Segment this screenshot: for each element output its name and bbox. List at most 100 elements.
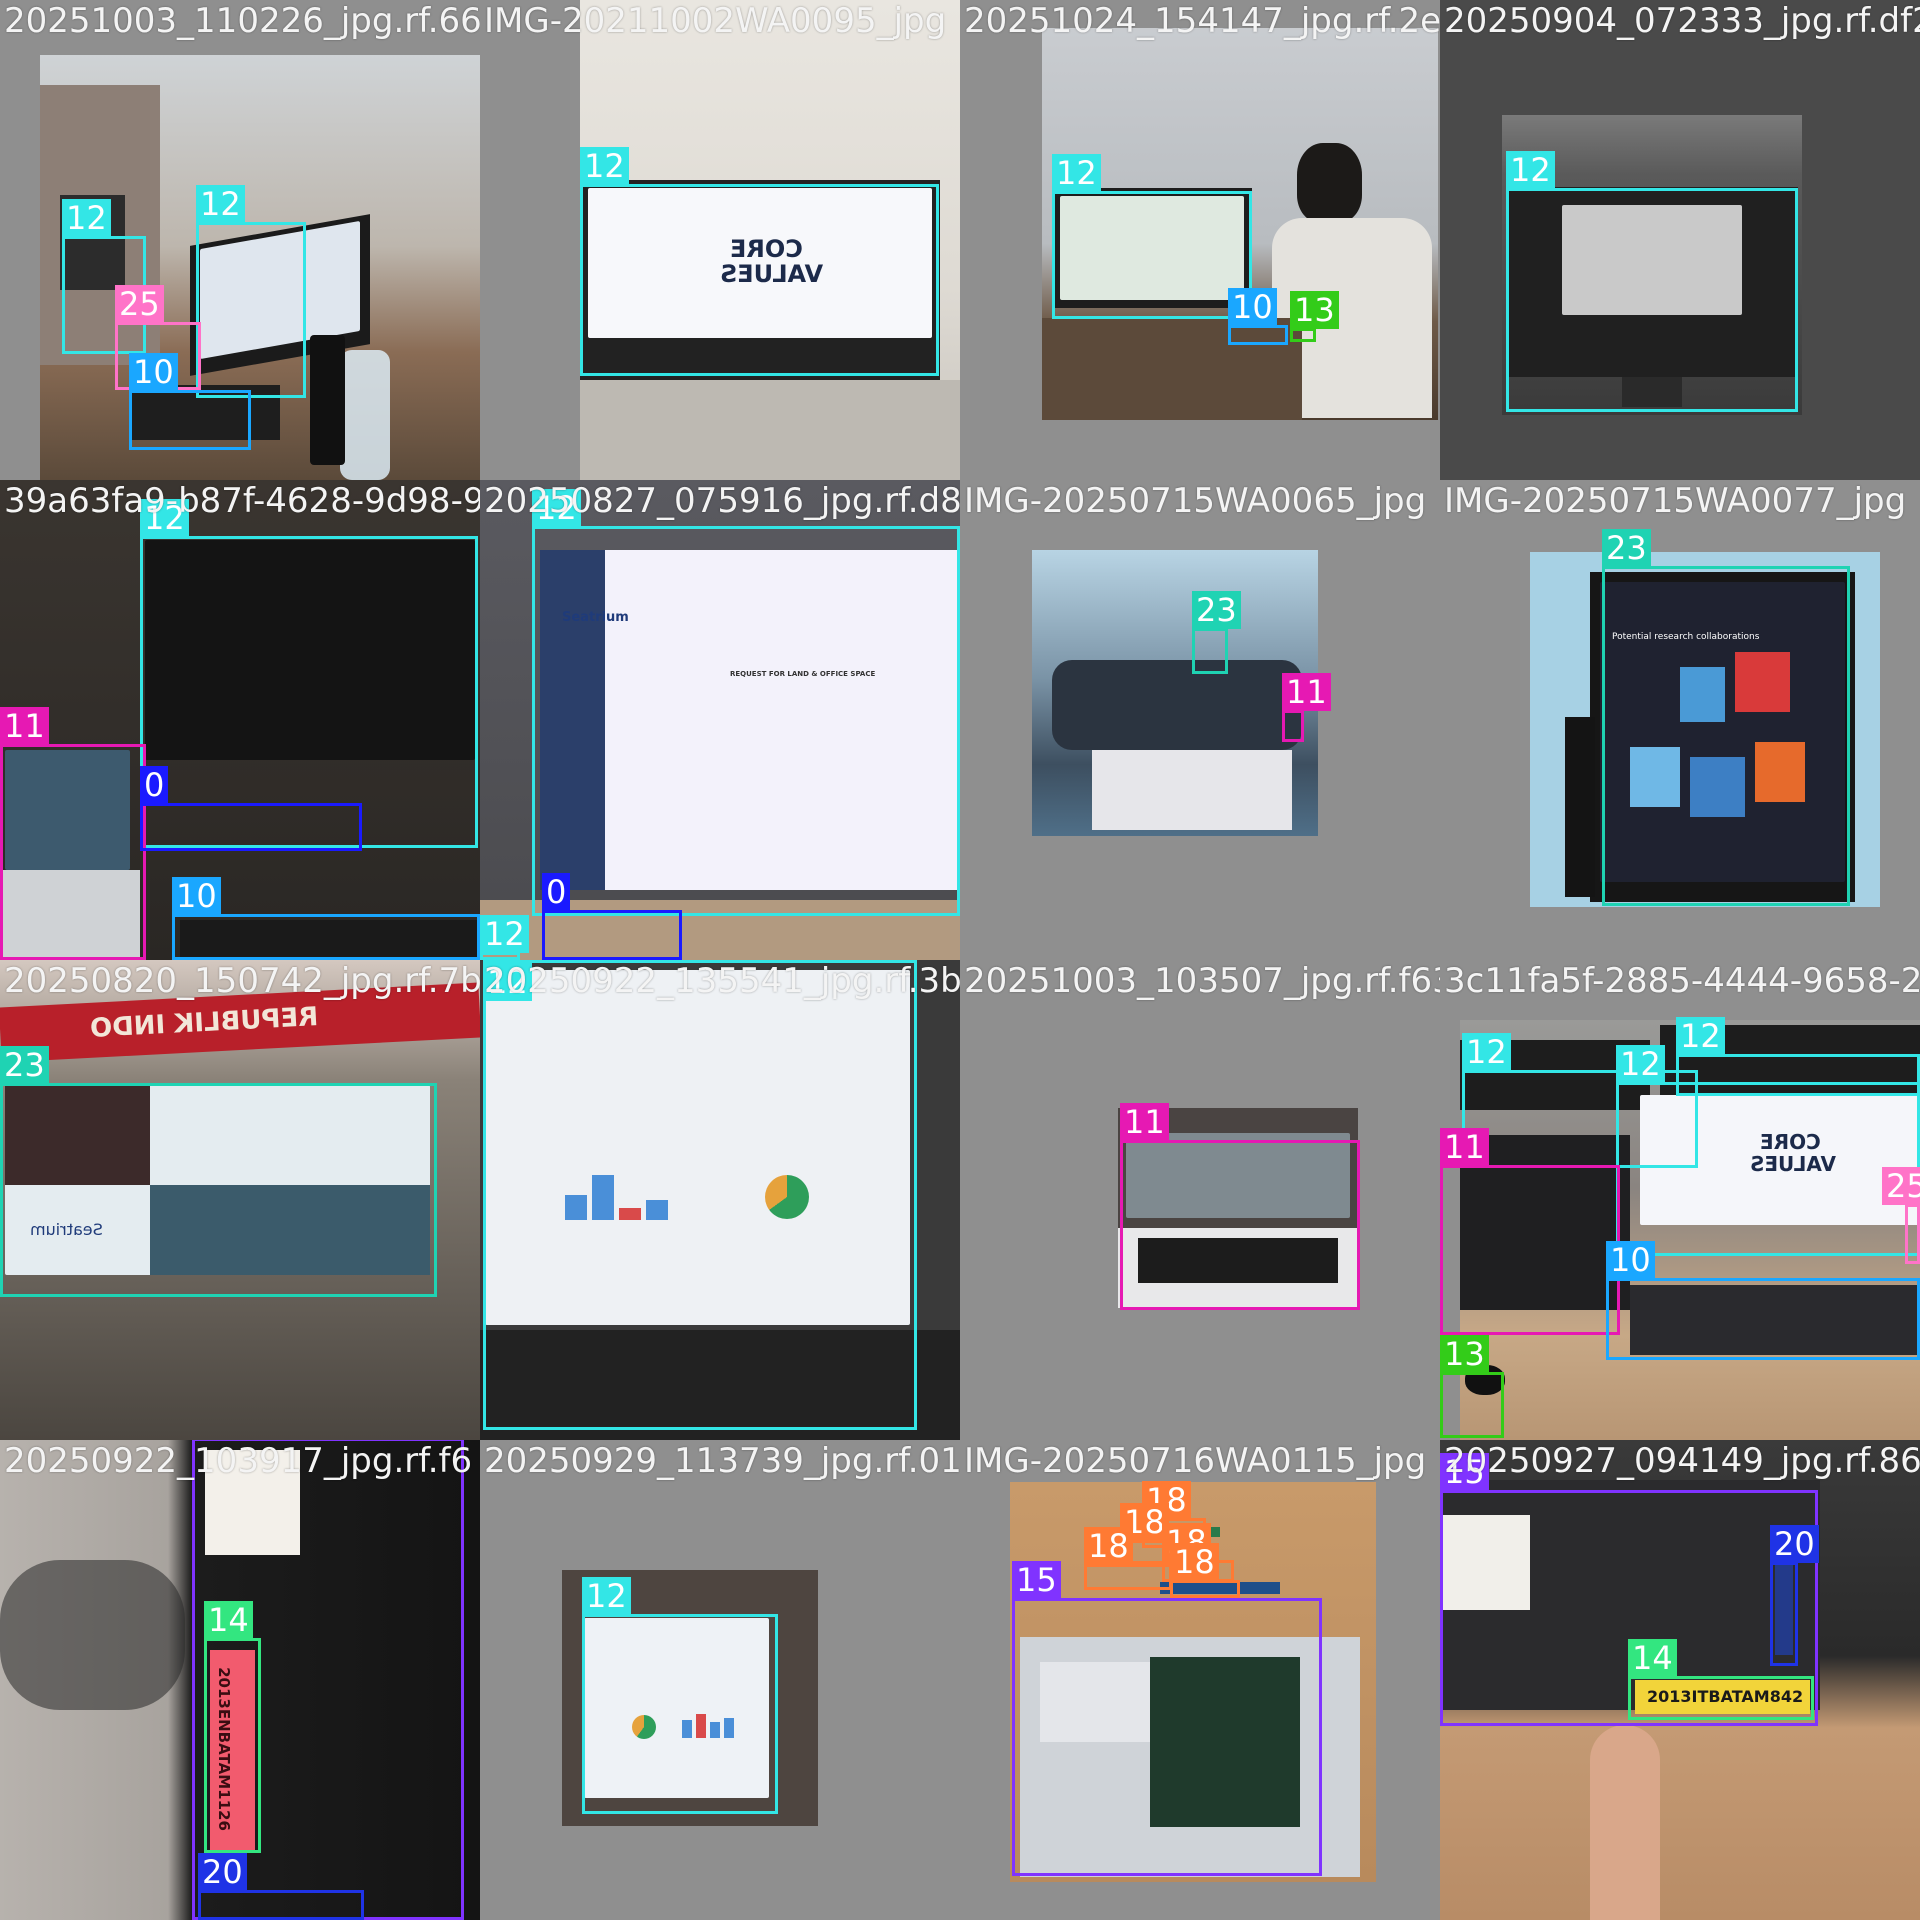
tile-12: CORE VALUES 3c11fa5f-2885-4444-9658-2 12… <box>1440 960 1920 1440</box>
bbox-monitor: 12 <box>140 499 478 848</box>
tile-caption: 20251003_103507_jpg.rf.f63 <box>964 961 1440 1001</box>
bbox-monitor: 12 <box>1616 1045 1920 1256</box>
bbox-class-label: 10 <box>1606 1241 1655 1279</box>
bbox-service-tag: 20 <box>198 1853 364 1920</box>
tile-10: 20250922_135541_jpg.rf.3b 12 <box>480 960 960 1440</box>
bbox-class-label: 0 <box>542 873 571 911</box>
tile-11: 20251003_103507_jpg.rf.f63 11 <box>960 960 1440 1440</box>
bbox-ram: 18 <box>1084 1527 1172 1590</box>
tile-caption: 20251024_154147_jpg.rf.2e <box>964 1 1440 41</box>
bbox-keyboard: 10 <box>1228 288 1288 345</box>
bbox-monitor: 12 <box>580 147 939 376</box>
bbox-monitor: 12 <box>582 1577 778 1814</box>
bbox-class-label: 13 <box>1440 1335 1489 1373</box>
tile-7: IMG-20250715WA0065_jpg 23 11 <box>960 480 1440 960</box>
photo-classroom <box>1032 550 1318 836</box>
person-head <box>1297 143 1362 223</box>
bbox-laptop: 11 <box>1282 673 1331 742</box>
bbox-monitor: 12 <box>1052 154 1252 319</box>
tile-4: 20250904_072333_jpg.rf.df2 12 <box>1440 0 1920 480</box>
bbox-monitor: 12 <box>480 915 529 960</box>
bbox-class-label: 12 <box>1462 1033 1511 1071</box>
water-bottle <box>340 350 390 480</box>
bbox-class-label: 11 <box>1282 673 1331 711</box>
speaker <box>310 335 345 465</box>
bbox-class-label: 14 <box>204 1601 253 1639</box>
tile-caption: IMG-20250715WA0065_jpg <box>964 481 1427 521</box>
tile-caption: 20250927_094149_jpg.rf.86 <box>1444 1441 1920 1481</box>
tile-1: 20251003_110226_jpg.rf.66eM3-2021100257W… <box>0 0 480 480</box>
bbox-cable: 0 <box>542 873 682 960</box>
cables <box>0 1560 185 1710</box>
bbox-class-label: 23 <box>0 1046 49 1084</box>
tile-caption: IMG-20250715WA0077_jpg <box>1444 481 1907 521</box>
bbox-class-label: 20 <box>1770 1525 1819 1563</box>
bbox-keyboard: 10 <box>172 877 480 960</box>
bbox-class-label: 11 <box>1440 1128 1489 1166</box>
tile-2: CORE VALUES IMG-20211002WA0095_jpg 12 <box>480 0 960 480</box>
tile-15: IMG-20250716WA0115_jpg 18 18 18 18 18 15 <box>960 1440 1440 1920</box>
bbox-monitor: 12 <box>483 960 917 1430</box>
bbox-monitor: 12 <box>196 185 306 398</box>
bbox-screen: 23 <box>1192 591 1241 674</box>
bbox-class-label: 12 <box>480 915 529 953</box>
bbox-class-label: 12 <box>580 147 629 185</box>
bbox-ram: 18 <box>1170 1543 1240 1598</box>
tile-caption: 20250827_075916_jpg.rf.d8 <box>484 481 960 521</box>
bbox-asset-label: 14 <box>1628 1639 1814 1720</box>
tile-13: 2013ENBATAM1126 20250922_103917_jpg.rf.f… <box>0 1440 480 1920</box>
bbox-class-label: 12 <box>62 199 111 237</box>
speaker-tower <box>1565 717 1595 897</box>
bbox-class-label: 14 <box>1628 1639 1677 1677</box>
bbox-keyboard: 10 <box>129 353 251 450</box>
bbox-class-label: 25 <box>115 285 164 323</box>
bbox-object: 25 <box>1882 1167 1920 1264</box>
bbox-class-label: 12 <box>582 1577 631 1615</box>
bbox-laptop: 11 <box>1440 1128 1620 1335</box>
bbox-class-label: 15 <box>1012 1561 1061 1599</box>
bbox-class-label: 23 <box>1602 529 1651 567</box>
detection-mosaic: 20251003_110226_jpg.rf.66eM3-2021100257W… <box>0 0 1920 1920</box>
bbox-pc-case: 15 <box>1012 1561 1322 1876</box>
tile-caption: 3c11fa5f-2885-4444-9658-2 <box>1444 961 1920 1001</box>
bbox-mouse: 13 <box>1290 291 1339 342</box>
tile-caption: 20250929_113739_jpg.rf.01 <box>484 1441 960 1481</box>
bbox-laptop: 11 <box>1120 1103 1360 1310</box>
bbox-screen: 23 <box>0 1046 437 1297</box>
bbox-keyboard: 10 <box>1606 1241 1920 1360</box>
bbox-class-label: 20 <box>198 1853 247 1891</box>
bbox-class-label: 12 <box>1676 1017 1725 1055</box>
people-group <box>1052 660 1302 750</box>
bbox-class-label: 11 <box>0 707 49 745</box>
tile-14: 20250929_113739_jpg.rf.01 12 <box>480 1440 960 1920</box>
bbox-cable: 0 <box>140 766 362 851</box>
bbox-monitor: 12 <box>532 489 960 916</box>
tile-8: Potential research collaborations IMG-20… <box>1440 480 1920 960</box>
tile-16: 2013ITBATAM842 20250927_094149_jpg.rf.86… <box>1440 1440 1920 1920</box>
bbox-class-label: 10 <box>1228 288 1277 326</box>
bbox-class-label: 23 <box>1192 591 1241 629</box>
bbox-monitor: 12 <box>1506 151 1798 412</box>
bbox-class-label: 10 <box>129 353 178 391</box>
bbox-class-label: 12 <box>1616 1045 1665 1083</box>
bbox-class-label: 12 <box>1052 154 1101 192</box>
tile-caption: 20250922_135541_jpg.rf.3b <box>484 961 960 1001</box>
bbox-class-label: 10 <box>172 877 221 915</box>
tile-9: REPUBLIK INDO Seatrium 20250820_150742_j… <box>0 960 480 1440</box>
tile-caption: 20251003_110226_jpg.rf.66eM3-2021100257W… <box>4 1 480 41</box>
floor-mat <box>1092 750 1292 830</box>
finger <box>1590 1725 1660 1920</box>
bbox-class-label: 12 <box>1506 151 1555 189</box>
tile-caption: 39a63fa9-b87f-4628-9d98-9e <box>4 481 480 521</box>
tile-caption: 20250922_103917_jpg.rf.f6 <box>4 1441 473 1481</box>
tile-caption: IMG-20250716WA0115_jpg <box>964 1441 1427 1481</box>
desk <box>580 380 960 480</box>
bbox-class-label: 18 <box>1170 1543 1219 1581</box>
bbox-mouse: 13 <box>1440 1335 1504 1438</box>
tile-5: 39a63fa9-b87f-4628-9d98-9e 12 11 0 10 <box>0 480 480 960</box>
tile-caption: 20250820_150742_jpg.rf.7b <box>4 961 480 1001</box>
tile-caption: 20250904_072333_jpg.rf.df2 <box>1444 1 1920 41</box>
tile-6: Seatrium REQUEST FOR LAND & OFFICE SPACE… <box>480 480 960 960</box>
bbox-class-label: 18 <box>1084 1527 1133 1565</box>
tile-3: 20251024_154147_jpg.rf.2e 12 10 13 <box>960 0 1440 480</box>
